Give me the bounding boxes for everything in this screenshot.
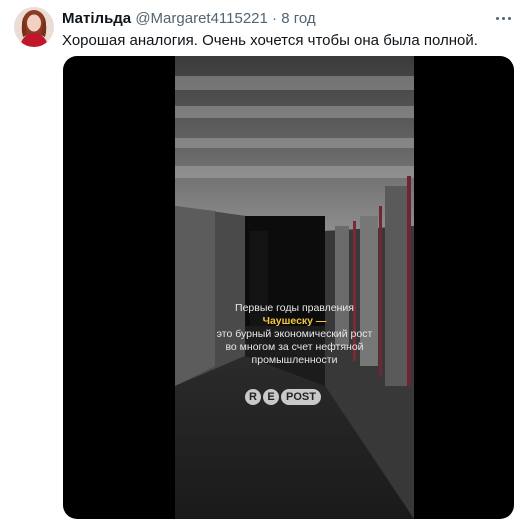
caption-line: во многом за счет нефтяной — [225, 341, 364, 353]
caption-line: Первые годы правления — [235, 302, 354, 314]
caption-line: это бурный экономический рост — [216, 328, 373, 340]
more-horizontal-icon[interactable] — [492, 8, 516, 28]
caption-highlight: Чаушеску — — [262, 315, 327, 327]
logo-word: POST — [281, 389, 321, 405]
repost-logo: R E POST — [245, 388, 321, 406]
author-name[interactable]: Матільда — [62, 10, 131, 27]
tweet-header: Матільда @Margaret4115221 · 8 год — [62, 10, 316, 28]
avatar[interactable] — [14, 7, 54, 47]
timestamp[interactable]: 8 год — [281, 10, 315, 27]
caption-line: промышленности — [251, 354, 338, 366]
logo-letter-r: R — [245, 389, 261, 405]
author-handle[interactable]: @Margaret4115221 — [135, 10, 268, 27]
video-caption: Первые годы правления Чаушеску — это бур… — [175, 302, 414, 367]
video-frame: Первые годы правления Чаушеску — это бур… — [175, 56, 414, 519]
logo-letter-e: E — [263, 389, 279, 405]
separator-dot: · — [272, 10, 278, 27]
tweet[interactable]: Матільда @Margaret4115221 · 8 год Хороша… — [0, 0, 532, 528]
tweet-text: Хорошая аналогия. Очень хочется чтобы он… — [62, 32, 478, 49]
video-player[interactable]: Первые годы правления Чаушеску — это бур… — [63, 56, 514, 519]
corridor-scene-image — [175, 56, 414, 519]
